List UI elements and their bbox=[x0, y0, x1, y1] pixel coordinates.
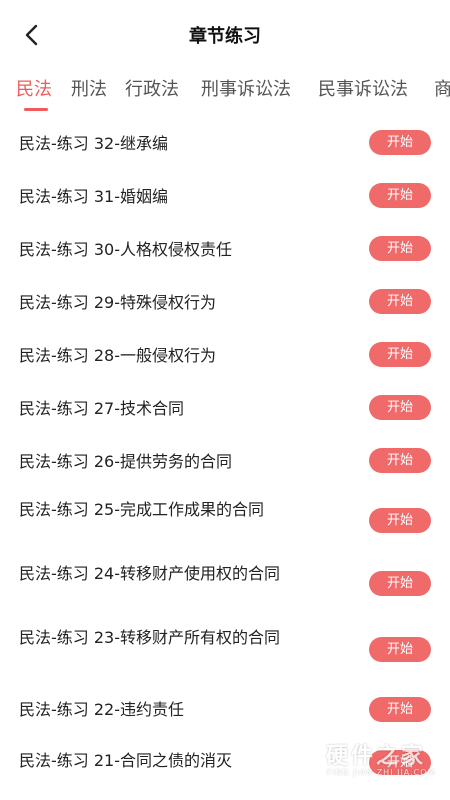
exercise-title: 民法-练习 26-提供劳务的合同 bbox=[19, 452, 232, 471]
list-item[interactable]: 民法-练习 27-技术合同 开始 bbox=[0, 383, 450, 436]
app-screen: 章节练习 民法 刑法 行政法 刑事诉讼法 民事诉讼法 商 民法-练习 32-继承… bbox=[0, 0, 450, 800]
list-item[interactable]: 民法-练习 21-合同之债的消灭 开始 bbox=[0, 739, 450, 794]
start-button[interactable]: 开始 bbox=[369, 637, 431, 662]
exercise-title: 民法-练习 25-完成工作成果的合同 bbox=[19, 500, 264, 519]
start-button[interactable]: 开始 bbox=[369, 236, 431, 261]
active-tab-indicator bbox=[24, 108, 48, 111]
start-button[interactable]: 开始 bbox=[369, 289, 431, 314]
list-item[interactable]: 民法-练习 26-提供劳务的合同 开始 bbox=[0, 436, 450, 489]
tab-civil-procedure-law[interactable]: 民事诉讼法 bbox=[318, 76, 408, 104]
start-button[interactable]: 开始 bbox=[369, 342, 431, 367]
list-item[interactable]: 民法-练习 30-人格权侵权责任 开始 bbox=[0, 224, 450, 277]
exercise-title: 民法-练习 23-转移财产所有权的合同 bbox=[19, 628, 280, 647]
list-item[interactable]: 民法-练习 23-转移财产所有权的合同 开始 bbox=[0, 619, 450, 684]
tab-criminal-law[interactable]: 刑法 bbox=[71, 76, 107, 104]
tab-commercial-law[interactable]: 商 bbox=[434, 76, 450, 104]
start-button[interactable]: 开始 bbox=[369, 448, 431, 473]
start-button[interactable]: 开始 bbox=[369, 130, 431, 155]
exercise-title: 民法-练习 29-特殊侵权行为 bbox=[19, 293, 216, 312]
page-title: 章节练习 bbox=[189, 26, 261, 47]
exercise-title: 民法-练习 30-人格权侵权责任 bbox=[19, 240, 232, 259]
list-item[interactable]: 民法-练习 28-一般侵权行为 开始 bbox=[0, 330, 450, 383]
list-item[interactable]: 民法-练习 25-完成工作成果的合同 开始 bbox=[0, 489, 450, 554]
start-button[interactable]: 开始 bbox=[369, 508, 431, 533]
list-item[interactable]: 民法-练习 22-违约责任 开始 bbox=[0, 684, 450, 739]
list-item[interactable]: 民法-练习 29-特殊侵权行为 开始 bbox=[0, 277, 450, 330]
navigation-bar: 章节练习 bbox=[0, 0, 450, 72]
start-button[interactable]: 开始 bbox=[369, 750, 431, 775]
start-button[interactable]: 开始 bbox=[369, 571, 431, 596]
list-item[interactable]: 民法-练习 24-转移财产使用权的合同 开始 bbox=[0, 554, 450, 619]
start-button[interactable]: 开始 bbox=[369, 697, 431, 722]
category-tabs: 民法 刑法 行政法 刑事诉讼法 民事诉讼法 商 bbox=[0, 72, 450, 114]
start-button[interactable]: 开始 bbox=[369, 395, 431, 420]
tab-administrative-law[interactable]: 行政法 bbox=[125, 76, 179, 104]
exercise-title: 民法-练习 24-转移财产使用权的合同 bbox=[19, 564, 280, 583]
exercise-title: 民法-练习 28-一般侵权行为 bbox=[19, 346, 216, 365]
exercise-title: 民法-练习 21-合同之债的消灭 bbox=[19, 751, 232, 770]
exercise-title: 民法-练习 27-技术合同 bbox=[19, 399, 184, 418]
list-item[interactable]: 民法-练习 31-婚姻编 开始 bbox=[0, 171, 450, 224]
exercise-title: 民法-练习 22-违约责任 bbox=[19, 700, 184, 719]
exercise-title: 民法-练习 32-继承编 bbox=[19, 134, 168, 153]
list-item[interactable]: 民法-练习 32-继承编 开始 bbox=[0, 118, 450, 171]
tab-civil-law[interactable]: 民法 bbox=[16, 76, 52, 104]
exercise-title: 民法-练习 31-婚姻编 bbox=[19, 187, 168, 206]
tab-criminal-procedure-law[interactable]: 刑事诉讼法 bbox=[201, 76, 291, 104]
start-button[interactable]: 开始 bbox=[369, 183, 431, 208]
